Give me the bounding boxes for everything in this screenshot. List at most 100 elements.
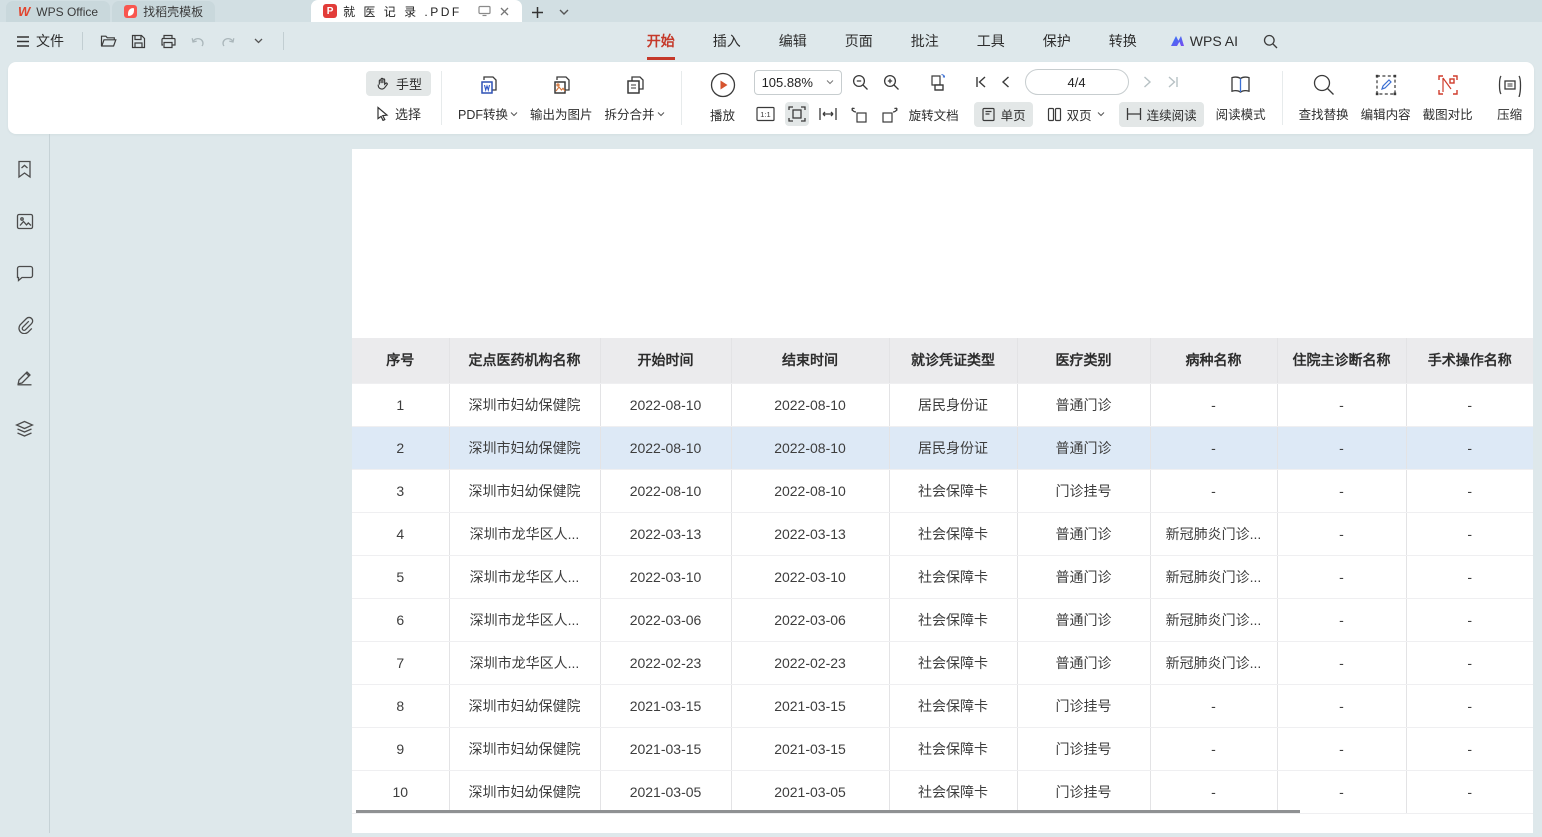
column-header: 开始时间	[600, 338, 731, 383]
rotate-left-button[interactable]	[847, 102, 871, 126]
table-cell: -	[1277, 555, 1406, 598]
quickbar-chevron-icon[interactable]	[245, 29, 271, 53]
tab-list-chevron-icon[interactable]	[554, 2, 574, 22]
wps-logo-icon: W	[18, 4, 30, 19]
document-scroll-area[interactable]: 序号定点医药机构名称开始时间结束时间就诊凭证类型医疗类别病种名称住院主诊断名称手…	[50, 134, 1542, 833]
column-header: 定点医药机构名称	[449, 338, 600, 383]
rotate-doc-label[interactable]: 旋转文档	[909, 105, 959, 124]
pdf-convert-label: PDF转换	[458, 104, 508, 123]
comments-panel-button[interactable]	[10, 258, 40, 288]
svg-text:1:1: 1:1	[760, 110, 770, 119]
save-button[interactable]	[125, 29, 151, 53]
wps-ai-button[interactable]: WPS AI	[1161, 33, 1246, 49]
continuous-read-button[interactable]: 连续阅读	[1119, 102, 1204, 127]
table-row: 6深圳市龙华区人...2022-03-062022-03-06社会保障卡普通门诊…	[352, 598, 1533, 641]
tab-document-active[interactable]: P 就 医 记 录 .PDF	[311, 0, 522, 22]
menu-tab-home[interactable]: 开始	[633, 24, 689, 58]
divider	[283, 32, 284, 50]
continuous-read-icon	[1126, 107, 1142, 121]
page-number-input[interactable]: 4/4	[1025, 69, 1129, 95]
select-tool-button[interactable]: 选择	[366, 101, 431, 126]
menu-tab-insert[interactable]: 插入	[699, 24, 755, 58]
menu-search-icon[interactable]	[1256, 28, 1284, 54]
table-cell: 社会保障卡	[889, 684, 1017, 727]
menu-tab-edit[interactable]: 编辑	[765, 24, 821, 58]
double-page-label: 双页	[1067, 105, 1092, 124]
layers-panel-button[interactable]	[10, 414, 40, 444]
export-image-button[interactable]: 输出为图片	[524, 71, 599, 125]
compress-button[interactable]: 压缩	[1479, 71, 1541, 125]
table-cell: -	[1406, 426, 1533, 469]
attachments-panel-button[interactable]	[10, 310, 40, 340]
fit-width-button[interactable]	[816, 102, 840, 126]
table-cell: -	[1150, 770, 1277, 813]
table-cell: -	[1277, 770, 1406, 813]
close-tab-icon[interactable]	[499, 6, 510, 17]
column-header: 医疗类别	[1017, 338, 1150, 383]
fit-page-button[interactable]	[785, 102, 809, 126]
table-cell: -	[1150, 383, 1277, 426]
split-merge-button[interactable]: 拆分合并	[599, 71, 671, 125]
table-cell: -	[1406, 512, 1533, 555]
table-cell: -	[1406, 727, 1533, 770]
file-menu-button[interactable]: 文件	[10, 28, 70, 54]
device-sync-icon[interactable]	[478, 5, 491, 17]
new-tab-button[interactable]	[528, 2, 548, 22]
ribbon-toolbar: 手型 选择 PDF转换	[8, 62, 1534, 134]
find-replace-button[interactable]: 查找替换	[1293, 71, 1355, 125]
single-page-button[interactable]: 单页	[974, 102, 1033, 127]
table-bottom-scrollbar	[356, 810, 1300, 813]
screenshot-compare-button[interactable]: 截图对比	[1417, 71, 1479, 125]
edit-content-label: 编辑内容	[1361, 104, 1411, 123]
rotate-right-button[interactable]	[878, 102, 902, 126]
tab-wps-home[interactable]: W WPS Office	[6, 1, 110, 22]
open-file-button[interactable]	[95, 29, 121, 53]
edit-content-button[interactable]: 编辑内容	[1355, 71, 1417, 125]
tab-label: 找稻壳模板	[143, 3, 203, 20]
tab-docer-templates[interactable]: 找稻壳模板	[112, 1, 215, 22]
swap-pages-button[interactable]	[925, 70, 949, 94]
table-row: 3深圳市妇幼保健院2022-08-102022-08-10社会保障卡门诊挂号--…	[352, 469, 1533, 512]
double-page-button[interactable]: 双页	[1040, 102, 1112, 127]
medical-table: 序号定点医药机构名称开始时间结束时间就诊凭证类型医疗类别病种名称住院主诊断名称手…	[352, 338, 1533, 814]
table-cell: 深圳市龙华区人...	[449, 512, 600, 555]
divider	[681, 71, 682, 125]
menu-bar: 文件	[0, 22, 1542, 60]
table-cell: -	[1406, 469, 1533, 512]
paperclip-icon	[16, 316, 34, 334]
chevron-down-icon	[657, 110, 665, 118]
pdf-convert-button[interactable]: PDF转换	[452, 71, 524, 125]
print-button[interactable]	[155, 29, 181, 53]
zoom-in-button[interactable]	[880, 70, 904, 94]
table-cell: 深圳市妇幼保健院	[449, 770, 600, 813]
table-header-row: 序号定点医药机构名称开始时间结束时间就诊凭证类型医疗类别病种名称住院主诊断名称手…	[352, 338, 1533, 383]
hand-tool-button[interactable]: 手型	[366, 71, 431, 96]
signature-panel-button[interactable]	[10, 362, 40, 392]
next-page-button[interactable]	[1139, 71, 1157, 93]
select-tool-label: 选择	[395, 104, 421, 123]
hamburger-icon	[16, 36, 30, 47]
bookmarks-panel-button[interactable]	[10, 154, 40, 184]
menu-tab-page[interactable]: 页面	[831, 24, 887, 58]
first-page-button[interactable]	[972, 71, 990, 93]
undo-button[interactable]	[185, 29, 211, 53]
screenshot-compare-label: 截图对比	[1423, 104, 1473, 123]
table-cell: 社会保障卡	[889, 770, 1017, 813]
zoom-out-button[interactable]	[849, 70, 873, 94]
play-button[interactable]: 播放	[692, 70, 754, 126]
thumbnails-panel-button[interactable]	[10, 206, 40, 236]
zoom-level-select[interactable]: 105.88%	[754, 70, 842, 95]
menu-tab-convert[interactable]: 转换	[1095, 24, 1151, 58]
previous-page-button[interactable]	[997, 71, 1015, 93]
read-mode-button[interactable]: 阅读模式	[1210, 72, 1272, 125]
menu-tab-tools[interactable]: 工具	[963, 24, 1019, 58]
menu-tab-protect[interactable]: 保护	[1029, 24, 1085, 58]
chevron-down-icon	[826, 78, 834, 86]
menu-tab-comment[interactable]: 批注	[897, 24, 953, 58]
pdf-file-icon: P	[323, 4, 337, 18]
redo-button[interactable]	[215, 29, 241, 53]
last-page-button[interactable]	[1164, 71, 1182, 93]
actual-size-button[interactable]: 1:1	[754, 102, 778, 126]
table-cell: 2022-08-10	[600, 383, 731, 426]
table-cell: 普通门诊	[1017, 555, 1150, 598]
